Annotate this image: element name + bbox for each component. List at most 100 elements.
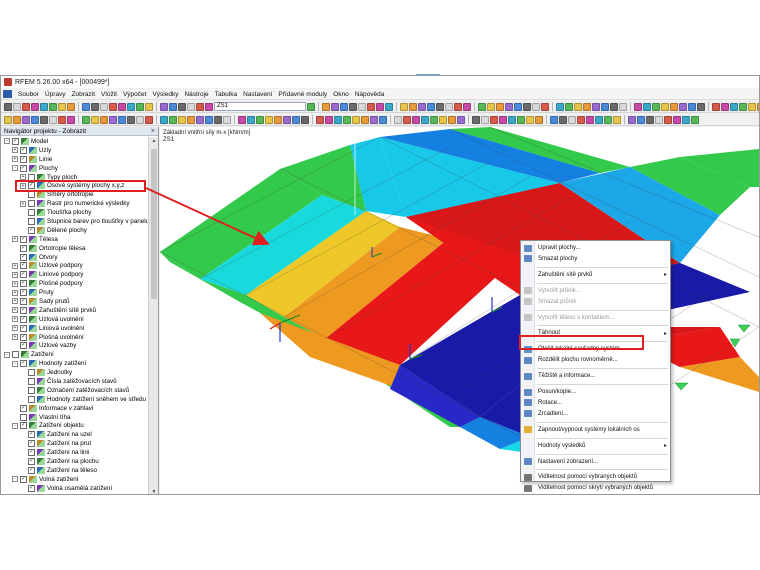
expand-icon[interactable]: + [12, 280, 18, 287]
toolbar-tool-icon[interactable] [58, 102, 66, 111]
toolbar-tool-icon[interactable] [358, 102, 366, 111]
toolbar-tool-icon[interactable] [748, 102, 756, 111]
menu-item-1[interactable]: Úpravy [42, 91, 69, 98]
menu-item-10[interactable]: Okno [330, 91, 352, 98]
navigator-item[interactable]: - ✓ Plochy [1, 164, 148, 173]
context-menu-item[interactable]: Zrcadlení... [521, 409, 670, 419]
menu-item-4[interactable]: Výpočet [120, 91, 150, 98]
toolbar-tool-icon[interactable] [58, 115, 66, 124]
context-menu-item[interactable]: Viditelnost pomocí vybraných objektů [521, 472, 670, 482]
toolbar-tool-icon[interactable] [652, 102, 660, 111]
toolbar-tool-icon[interactable] [349, 102, 357, 111]
toolbar-tool-icon[interactable] [448, 115, 456, 124]
toolbar-tool-icon[interactable] [82, 102, 90, 111]
navigator-item[interactable]: ✓ Zatížení na těleso [1, 466, 148, 475]
collapse-icon[interactable]: - [12, 360, 18, 367]
toolbar-tool-icon[interactable] [322, 102, 330, 111]
toolbar-tool-icon[interactable] [637, 115, 645, 124]
navigator-item[interactable]: + Rastr pro numerické výsledky [1, 199, 148, 208]
toolbar-tool-icon[interactable] [586, 115, 594, 124]
toolbar-tool-icon[interactable] [679, 102, 687, 111]
context-menu-item[interactable]: Zahuštění sítě prvků ▸ [521, 270, 670, 280]
toolbar-tool-icon[interactable] [223, 115, 231, 124]
toolbar-tool-icon[interactable] [535, 115, 543, 124]
visibility-checkbox[interactable]: ✓ [20, 289, 27, 297]
expand-icon[interactable]: + [12, 156, 18, 163]
toolbar-tool-icon[interactable] [556, 102, 564, 111]
toolbar-tool-icon[interactable] [127, 102, 135, 111]
context-menu-item[interactable]: Rozdělit plochu rovnoměrně... [521, 355, 670, 365]
toolbar-tool-icon[interactable] [655, 115, 663, 124]
menu-item-7[interactable]: Tabulka [212, 91, 240, 98]
menu-item-11[interactable]: Nápověda [352, 91, 388, 98]
navigator-item[interactable]: ✓ Volná osamělá zatížení [1, 484, 148, 493]
toolbar-tool-icon[interactable] [712, 102, 720, 111]
expand-icon[interactable]: + [12, 298, 18, 305]
toolbar-tool-icon[interactable] [40, 102, 48, 111]
visibility-checkbox[interactable]: ✓ [20, 404, 27, 412]
toolbar-tool-icon[interactable] [472, 115, 480, 124]
visibility-checkbox[interactable]: ✓ [28, 226, 35, 234]
toolbar-tool-icon[interactable] [730, 102, 738, 111]
toolbar-tool-icon[interactable] [40, 115, 48, 124]
toolbar-tool-icon[interactable] [145, 102, 153, 111]
navigator-item[interactable]: - ✓ Hodnoty zatížení [1, 359, 148, 368]
toolbar-tool-icon[interactable] [421, 115, 429, 124]
navigator-item[interactable]: ✓ Uzlové vazby [1, 341, 148, 350]
toolbar-tool-icon[interactable] [613, 115, 621, 124]
expand-icon[interactable]: + [12, 271, 18, 278]
toolbar-tool-icon[interactable] [385, 102, 393, 111]
toolbar-tool-icon[interactable] [604, 115, 612, 124]
toolbar-tool-icon[interactable] [361, 115, 369, 124]
toolbar-tool-icon[interactable] [196, 115, 204, 124]
navigator-item[interactable]: ✓ Zatížení na linii [1, 448, 148, 457]
loadcase-combo[interactable]: ZS1 [214, 102, 306, 111]
toolbar-tool-icon[interactable] [514, 102, 522, 111]
expand-icon[interactable]: + [12, 334, 18, 341]
toolbar-tool-icon[interactable] [82, 115, 90, 124]
toolbar-tool-icon[interactable] [673, 115, 681, 124]
toolbar-tool-icon[interactable] [526, 115, 534, 124]
expand-icon[interactable]: + [12, 325, 18, 332]
navigator-item[interactable]: ✓ Otvory [1, 253, 148, 262]
toolbar-tool-icon[interactable] [238, 115, 246, 124]
visibility-checkbox[interactable]: ✓ [20, 280, 27, 288]
expand-icon[interactable]: + [12, 236, 18, 243]
toolbar-tool-icon[interactable] [301, 115, 309, 124]
navigator-item[interactable]: + ✓ Uzly [1, 146, 148, 155]
toolbar-tool-icon[interactable] [739, 102, 747, 111]
navigator-item[interactable]: Tloušťka plochy [1, 208, 148, 217]
context-menu-item[interactable]: Nastavení zobrazení... [521, 457, 670, 467]
visibility-checkbox[interactable]: ✓ [28, 458, 35, 465]
menu-item-2[interactable]: Zobrazit [69, 91, 98, 98]
context-menu-item[interactable]: Hodnoty výsledků ▸ [521, 441, 670, 451]
toolbar-tool-icon[interactable] [634, 102, 642, 111]
navigator-item[interactable]: Označení zatěžovacích stavů [1, 386, 148, 395]
context-menu-item[interactable]: Zapnout/vypnout systémy lokálních os [521, 425, 670, 435]
toolbar-tool-icon[interactable] [283, 115, 291, 124]
visibility-checkbox[interactable] [28, 369, 35, 377]
navigator-item[interactable]: ✓ Informace v záhlaví [1, 404, 148, 413]
toolbar-tool-icon[interactable] [394, 115, 402, 124]
toolbar-tool-icon[interactable] [187, 102, 195, 111]
visibility-checkbox[interactable]: ✓ [20, 342, 27, 350]
toolbar-tool-icon[interactable] [22, 115, 30, 124]
navigator-item[interactable]: + ✓ Liniová uvolnění [1, 324, 148, 333]
menu-item-3[interactable]: Vložit [98, 91, 120, 98]
toolbar-tool-icon[interactable] [109, 102, 117, 111]
navigator-item[interactable]: - ✓ Model [1, 137, 148, 146]
visibility-checkbox[interactable]: ✓ [20, 164, 27, 172]
visibility-checkbox[interactable] [28, 386, 35, 394]
visibility-checkbox[interactable] [28, 395, 35, 403]
toolbar-tool-icon[interactable] [370, 115, 378, 124]
navigator-item[interactable]: ✓ Zatížení na plochu [1, 457, 148, 466]
toolbar-tool-icon[interactable] [340, 102, 348, 111]
toolbar-tool-icon[interactable] [169, 102, 177, 111]
context-menu-item[interactable]: Upravit plochy... [521, 243, 670, 253]
navigator-scrollbar[interactable]: ▲ ▼ [148, 137, 158, 494]
toolbar-tool-icon[interactable] [619, 102, 627, 111]
visibility-checkbox[interactable] [12, 351, 19, 359]
toolbar-tool-icon[interactable] [205, 115, 213, 124]
toolbar-tool-icon[interactable] [334, 115, 342, 124]
toolbar-tool-icon[interactable] [187, 115, 195, 124]
